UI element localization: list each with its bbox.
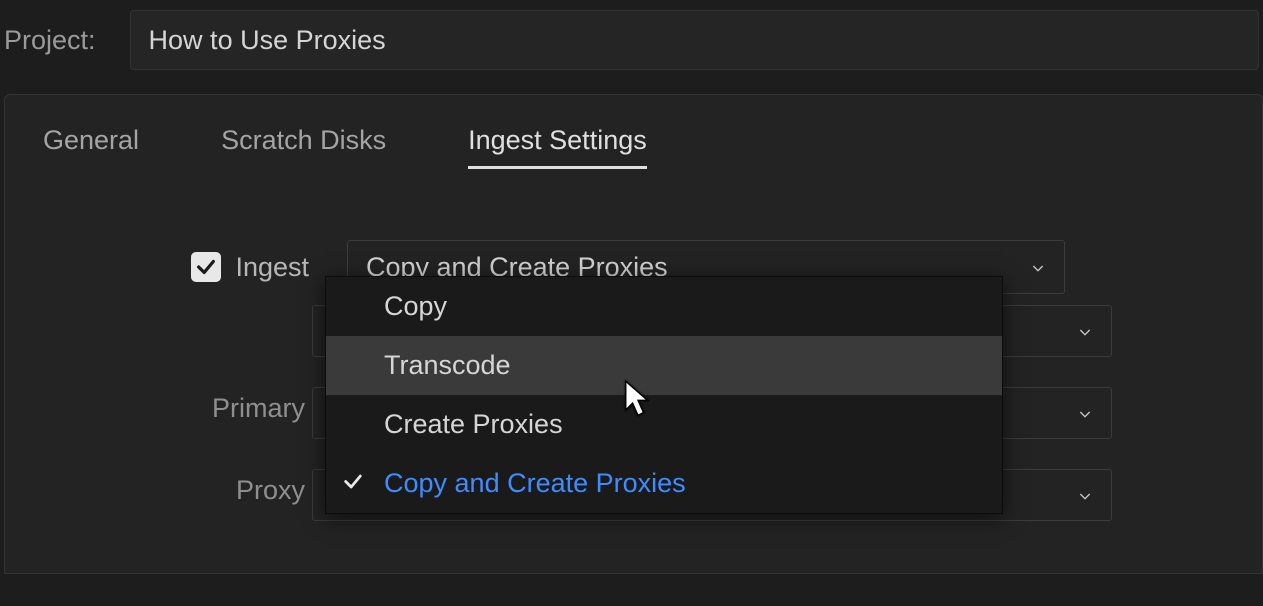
project-name-input[interactable]: How to Use Proxies [130, 10, 1259, 70]
ingest-checkbox[interactable] [191, 252, 221, 282]
chevron-down-icon [1077, 316, 1093, 347]
chevron-down-icon [1030, 252, 1046, 283]
checkmark-icon [342, 468, 364, 499]
settings-panel: General Scratch Disks Ingest Settings In… [4, 94, 1263, 574]
chevron-down-icon [1077, 480, 1093, 511]
tab-scratch-disks[interactable]: Scratch Disks [221, 125, 386, 169]
tab-ingest-settings[interactable]: Ingest Settings [468, 125, 647, 169]
proxy-label: Proxy [5, 475, 315, 506]
dropdown-item-copy[interactable]: Copy [326, 277, 1002, 336]
tab-general[interactable]: General [43, 125, 139, 169]
chevron-down-icon [1077, 398, 1093, 429]
ingest-label: Ingest [235, 252, 309, 283]
project-label: Project: [0, 25, 130, 56]
checkmark-icon [195, 256, 217, 278]
dropdown-item-copy-and-create-proxies[interactable]: Copy and Create Proxies [326, 454, 1002, 513]
ingest-mode-dropdown: Copy Transcode Create Proxies Copy and C… [325, 276, 1003, 514]
dropdown-item-label: Copy [384, 291, 447, 322]
dropdown-item-create-proxies[interactable]: Create Proxies [326, 395, 1002, 454]
dropdown-item-label: Create Proxies [384, 409, 563, 440]
tabs: General Scratch Disks Ingest Settings [37, 125, 1238, 169]
primary-label: Primary [5, 393, 315, 424]
dropdown-item-label: Transcode [384, 350, 511, 381]
dropdown-item-label: Copy and Create Proxies [384, 468, 686, 499]
dropdown-item-transcode[interactable]: Transcode [326, 336, 1002, 395]
